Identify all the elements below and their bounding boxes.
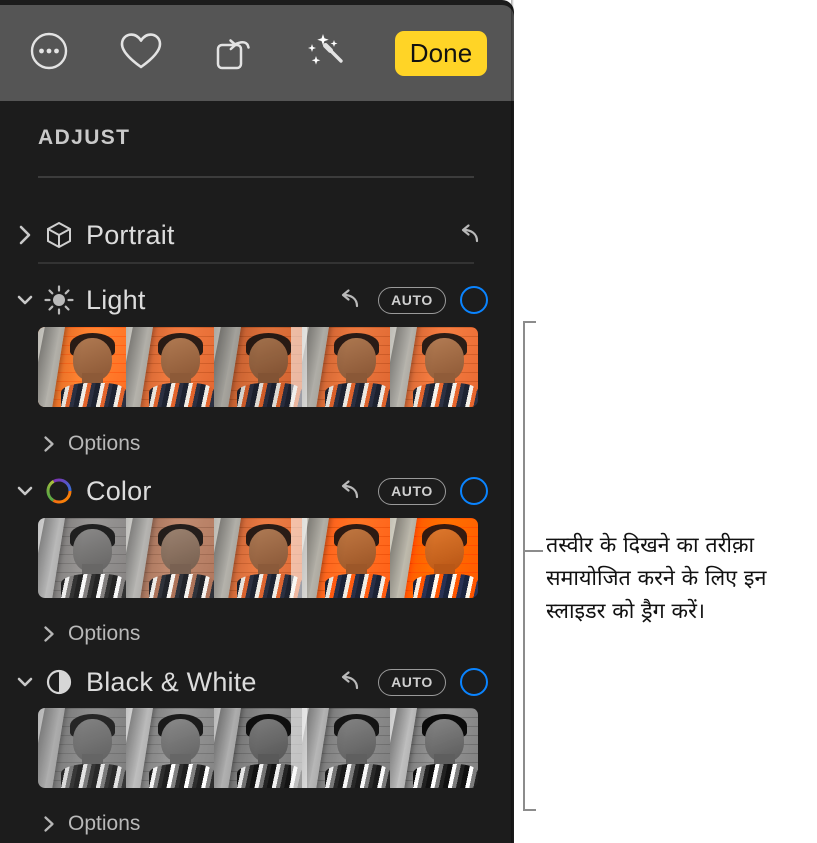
options-row-black-and-white[interactable]: Options <box>0 805 514 843</box>
options-label: Options <box>68 432 141 455</box>
auto-enhance-button[interactable] <box>290 18 360 88</box>
editor-toolbar: Done <box>0 5 514 101</box>
photo-editor-panel: Done ADJUST Portrait Light AUTO Options … <box>0 0 514 843</box>
auto-label: AUTO <box>391 483 433 499</box>
auto-label: AUTO <box>391 292 433 308</box>
options-row-light[interactable]: Options <box>0 425 514 463</box>
reset-icon[interactable] <box>336 477 364 505</box>
reset-icon[interactable] <box>456 221 484 249</box>
reset-icon[interactable] <box>336 668 364 696</box>
options-row-color[interactable]: Options <box>0 615 514 653</box>
filmstrip-thumb[interactable] <box>214 518 302 598</box>
filmstrip-thumb[interactable] <box>390 327 478 407</box>
favorite-button[interactable] <box>106 18 176 88</box>
filmstrip-thumb[interactable] <box>214 708 302 788</box>
reset-icon[interactable] <box>336 286 364 314</box>
auto-button-black-and-white[interactable]: AUTO <box>378 668 446 696</box>
adjust-section-title: ADJUST <box>38 126 131 149</box>
done-label: Done <box>409 38 473 68</box>
filmstrip-thumb[interactable] <box>302 327 390 407</box>
magic-wand-icon <box>301 28 349 79</box>
chevron-right-icon <box>42 814 56 834</box>
color-wheel-icon <box>42 474 76 508</box>
panel-edge-shadow <box>511 0 514 843</box>
filmstrip-thumb[interactable] <box>390 518 478 598</box>
color-slider-filmstrip[interactable] <box>38 518 478 598</box>
chevron-down-icon[interactable] <box>14 481 36 501</box>
chevron-right-icon <box>42 434 56 454</box>
section-label-black-and-white: Black & White <box>86 666 257 697</box>
section-row-black-and-white[interactable]: Black & White AUTO <box>0 657 514 707</box>
auto-label: AUTO <box>391 674 433 690</box>
section-divider-portrait <box>38 262 474 264</box>
done-button[interactable]: Done <box>395 31 487 76</box>
filmstrip-thumb[interactable] <box>126 708 214 788</box>
section-row-portrait[interactable]: Portrait <box>0 210 514 260</box>
more-options-button[interactable] <box>14 18 84 88</box>
filmstrip-thumb[interactable] <box>126 518 214 598</box>
ellipsis-circle-icon <box>27 29 71 78</box>
chevron-down-icon[interactable] <box>14 290 36 310</box>
auto-button-light[interactable]: AUTO <box>378 286 446 314</box>
light-slider-filmstrip[interactable] <box>38 327 478 407</box>
section-label-color: Color <box>86 475 152 506</box>
adjust-header-divider <box>38 176 474 178</box>
chevron-right-icon[interactable] <box>14 223 36 247</box>
sun-icon <box>42 283 76 317</box>
cube-icon <box>42 218 76 252</box>
filmstrip-thumb[interactable] <box>38 708 126 788</box>
filmstrip-thumb[interactable] <box>214 327 302 407</box>
section-label-light: Light <box>86 284 146 315</box>
section-row-color[interactable]: Color AUTO <box>0 466 514 516</box>
rotate-button[interactable] <box>198 18 268 88</box>
black-and-white-slider-filmstrip[interactable] <box>38 708 478 788</box>
filmstrip-thumb[interactable] <box>302 708 390 788</box>
auto-button-color[interactable]: AUTO <box>378 477 446 505</box>
options-label: Options <box>68 622 141 645</box>
filmstrip-thumb[interactable] <box>390 708 478 788</box>
filmstrip-thumb[interactable] <box>38 327 126 407</box>
filmstrip-thumb[interactable] <box>302 518 390 598</box>
enable-toggle-black-and-white[interactable] <box>460 668 488 696</box>
screenshot-root: Done ADJUST Portrait Light AUTO Options … <box>0 0 817 843</box>
half-circle-contrast-icon <box>42 665 76 699</box>
section-row-light[interactable]: Light AUTO <box>0 275 514 325</box>
options-label: Options <box>68 812 141 835</box>
filmstrip-thumb[interactable] <box>38 518 126 598</box>
enable-toggle-light[interactable] <box>460 286 488 314</box>
enable-toggle-color[interactable] <box>460 477 488 505</box>
callout-text: तस्वीर के दिखने का तरीक़ा समायोजित करने … <box>546 533 767 624</box>
chevron-down-icon[interactable] <box>14 672 36 692</box>
filmstrip-thumb[interactable] <box>126 327 214 407</box>
section-label-portrait: Portrait <box>86 219 175 250</box>
rotate-square-icon <box>210 28 256 79</box>
heart-icon <box>118 29 164 78</box>
chevron-right-icon <box>42 624 56 644</box>
